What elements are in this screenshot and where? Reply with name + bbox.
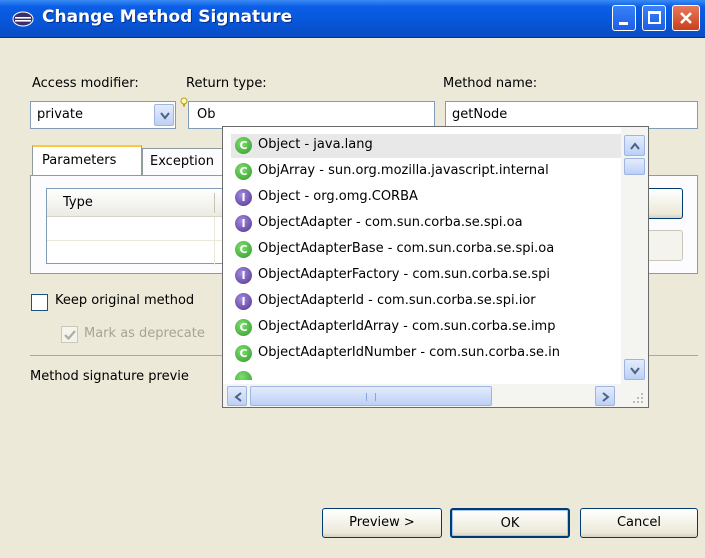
mark-deprecated-label: Mark as deprecate	[84, 326, 205, 341]
checkmark-icon	[64, 330, 76, 341]
horizontal-scroll-thumb[interactable]	[250, 386, 492, 406]
access-modifier-select[interactable]: private	[30, 101, 176, 129]
keep-original-checkbox[interactable]	[31, 294, 48, 311]
scroll-down-button[interactable]	[624, 359, 645, 380]
return-type-label: Return type:	[186, 76, 267, 91]
method-name-value: getNode	[452, 107, 508, 122]
tab-exceptions[interactable]: Exception	[142, 148, 232, 176]
chevron-left-icon	[234, 392, 242, 402]
tab-parameters-label: Parameters	[42, 153, 117, 168]
interface-icon: I	[235, 267, 252, 284]
method-name-label: Method name:	[443, 76, 538, 91]
completion-item-label: ObjectAdapterIdNumber - com.sun.corba.se…	[258, 345, 561, 360]
ok-button[interactable]: OK	[450, 508, 570, 538]
completion-item-label: Object - java.lang	[258, 137, 373, 152]
access-modifier-value: private	[37, 107, 83, 122]
close-button[interactable]	[672, 5, 700, 31]
window-title: Change Method Signature	[42, 7, 293, 27]
grip-icon	[366, 393, 376, 401]
table-row	[47, 240, 225, 241]
keep-original-label: Keep original method	[55, 293, 195, 308]
maximize-icon	[648, 11, 661, 24]
completion-item-label: ObjectAdapterId - com.sun.corba.se.spi.i…	[258, 293, 536, 308]
scroll-right-button[interactable]	[595, 386, 615, 406]
completion-item[interactable]: C ObjectAdapterIdNumber - com.sun.corba.…	[231, 342, 621, 366]
class-icon: C	[235, 241, 252, 258]
return-type-value: Ob	[197, 107, 216, 122]
completion-item[interactable]: I Object - org.omg.CORBA	[231, 186, 621, 210]
completion-item[interactable]: C ObjectAdapterBase - com.sun.corba.se.s…	[231, 238, 621, 262]
completion-item-label: ObjectAdapterFactory - com.sun.corba.se.…	[258, 267, 550, 282]
minimize-icon	[619, 22, 628, 25]
chevron-up-icon	[630, 142, 640, 150]
class-icon: C	[235, 319, 252, 336]
completion-item-label: ObjectAdapterBase - com.sun.corba.se.spi…	[258, 241, 555, 256]
horizontal-scrollbar[interactable]	[223, 384, 621, 407]
completion-item-label: ObjArray - sun.org.mozilla.javascript.in…	[258, 163, 549, 178]
completion-item[interactable]: I ObjectAdapterId - com.sun.corba.se.spi…	[231, 290, 621, 314]
dropdown-button[interactable]	[154, 104, 174, 126]
class-icon: C	[235, 137, 252, 154]
table-header[interactable]: Type	[47, 189, 225, 217]
content-assist-bulb-icon	[180, 97, 188, 107]
chevron-down-icon	[630, 367, 640, 375]
scroll-left-button[interactable]	[227, 386, 247, 406]
column-divider	[214, 193, 215, 213]
scroll-thumb[interactable]	[624, 158, 645, 175]
resize-grip[interactable]	[621, 384, 648, 407]
vertical-scrollbar[interactable]	[621, 127, 648, 384]
completion-item-label: Object - org.omg.CORBA	[258, 189, 418, 204]
signature-preview-label: Method signature previe	[30, 369, 189, 384]
completion-item[interactable]: C Object - java.lang	[231, 134, 621, 158]
class-icon	[235, 371, 252, 380]
scroll-up-button[interactable]	[624, 135, 645, 156]
return-type-input[interactable]: Ob	[188, 101, 435, 129]
close-icon	[680, 12, 692, 24]
completion-item-label: ObjectAdapter - com.sun.corba.se.spi.oa	[258, 215, 523, 230]
cancel-button[interactable]: Cancel	[580, 508, 698, 538]
access-modifier-label: Access modifier:	[32, 76, 139, 91]
interface-icon: I	[235, 293, 252, 310]
mark-deprecated-checkbox	[61, 326, 78, 343]
method-name-input[interactable]: getNode	[445, 101, 698, 129]
completion-item-partial[interactable]	[231, 368, 621, 380]
table-row-divider	[214, 217, 215, 265]
preview-button[interactable]: Preview >	[322, 508, 442, 538]
interface-icon: I	[235, 215, 252, 232]
completion-item[interactable]: I ObjectAdapterFactory - com.sun.corba.s…	[231, 264, 621, 288]
maximize-button[interactable]	[642, 5, 666, 31]
tab-exceptions-label: Exception	[150, 154, 214, 169]
resize-grip-icon	[633, 393, 643, 403]
completion-item[interactable]: I ObjectAdapter - com.sun.corba.se.spi.o…	[231, 212, 621, 236]
minimize-button[interactable]	[612, 5, 636, 31]
interface-icon: I	[235, 189, 252, 206]
class-icon: C	[235, 163, 252, 180]
class-icon: C	[235, 345, 252, 362]
parameters-table[interactable]: Type	[46, 188, 226, 265]
eclipse-app-icon	[12, 11, 34, 27]
chevron-right-icon	[602, 392, 610, 402]
completion-item-label: ObjectAdapterIdArray - com.sun.corba.se.…	[258, 319, 556, 334]
content-assist-popup[interactable]: C Object - java.lang C ObjArray - sun.or…	[222, 126, 649, 408]
completion-item[interactable]: C ObjArray - sun.org.mozilla.javascript.…	[231, 160, 621, 184]
title-bar[interactable]: Change Method Signature	[0, 0, 705, 38]
tab-parameters[interactable]: Parameters	[32, 145, 142, 176]
column-header-type: Type	[63, 195, 93, 210]
completion-item[interactable]: C ObjectAdapterIdArray - com.sun.corba.s…	[231, 316, 621, 340]
chevron-down-icon	[160, 112, 170, 120]
